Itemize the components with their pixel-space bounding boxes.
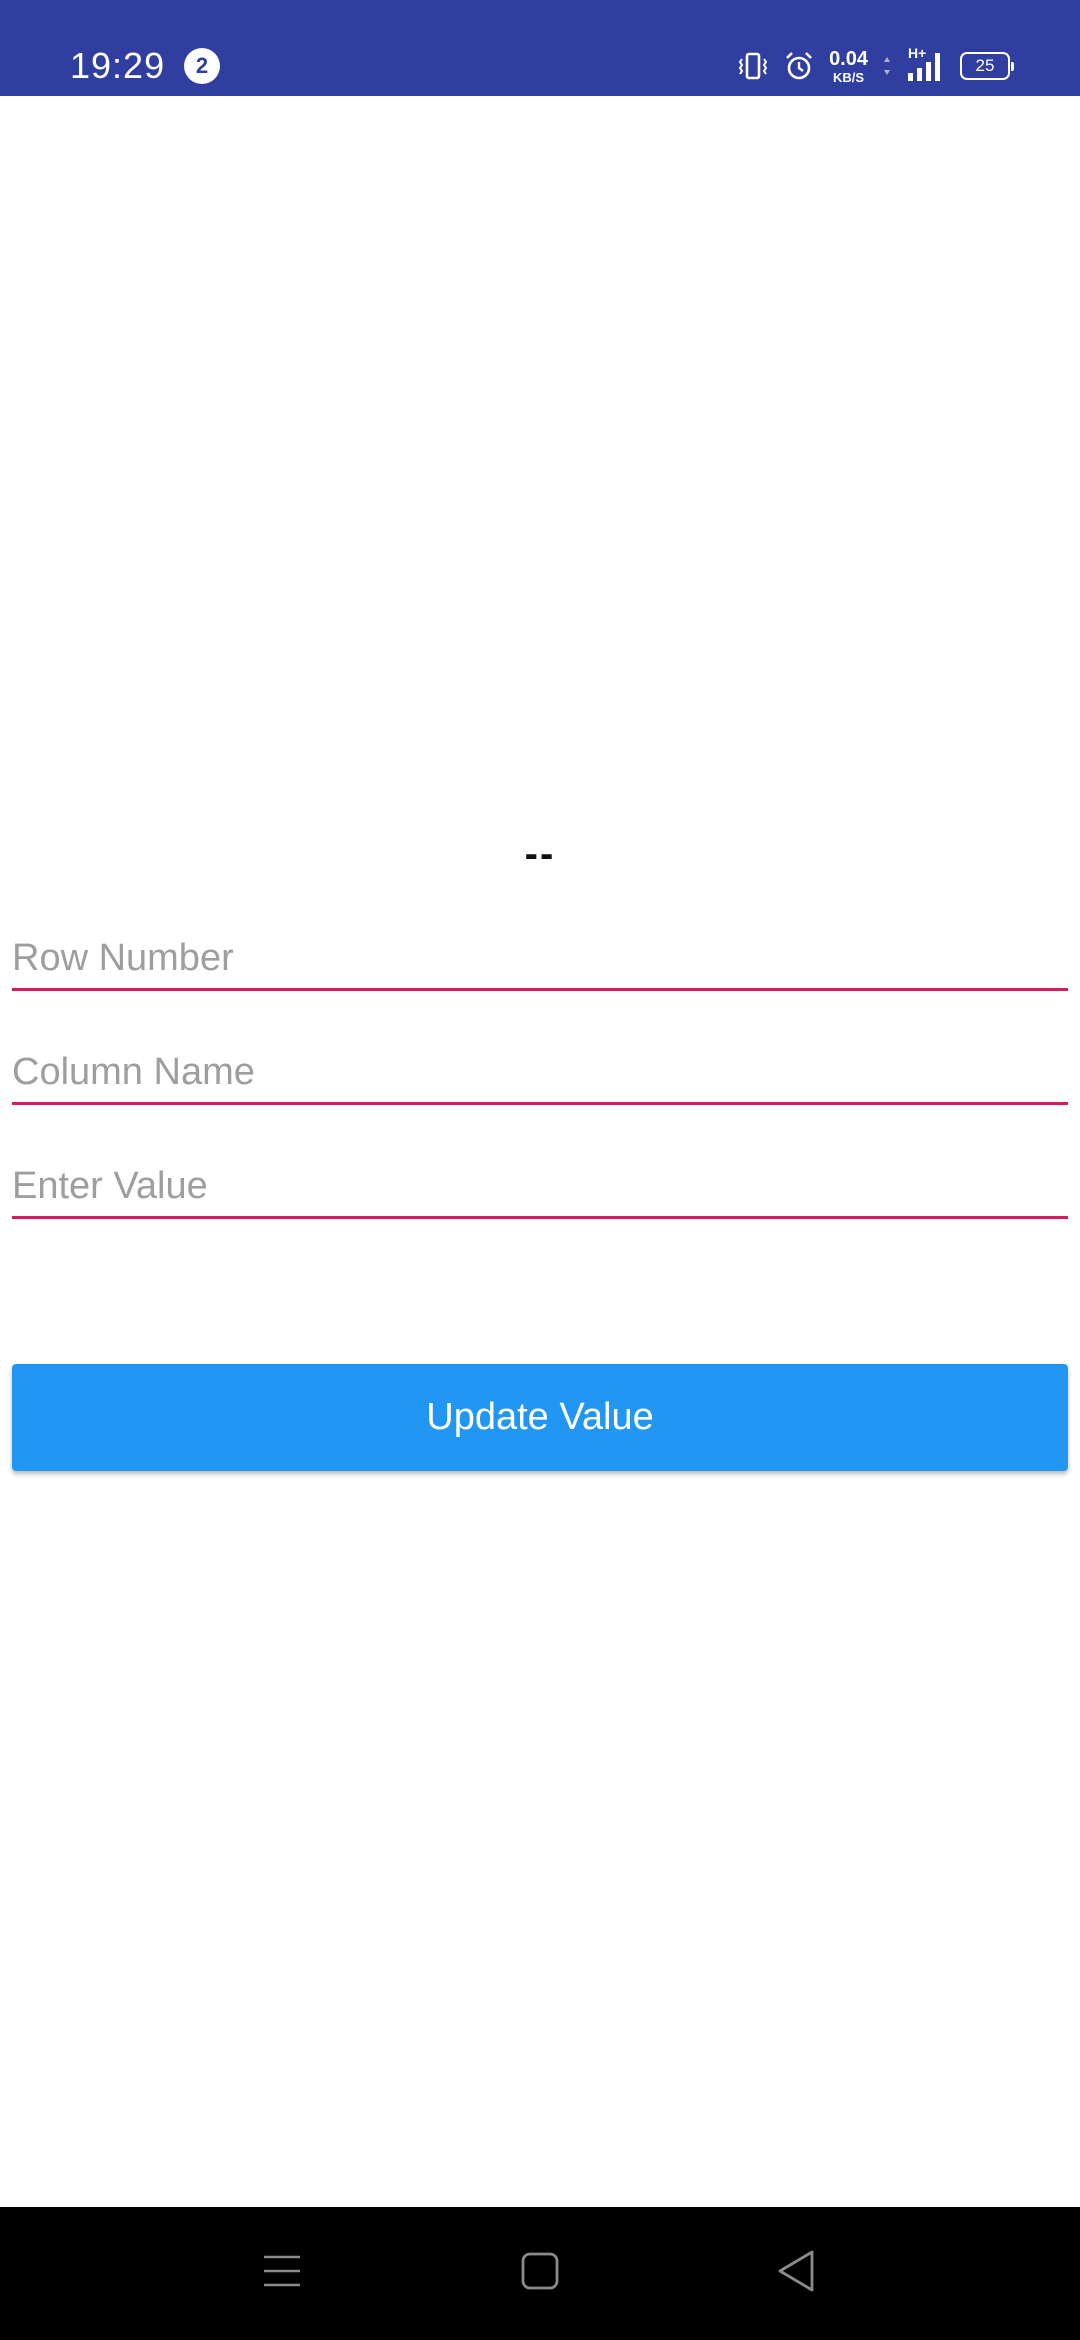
column-name-input[interactable] [12, 1042, 1068, 1105]
menu-button[interactable] [252, 2243, 312, 2303]
data-arrows-icon [882, 54, 892, 78]
navigation-bar [0, 2207, 1080, 2340]
network-speed: 0.04 KB/S [829, 49, 868, 84]
network-type: H+ [908, 45, 927, 61]
battery-level: 25 [975, 56, 995, 75]
status-icons: 0.04 KB/S H+ 25 [737, 44, 1014, 88]
status-bar: 19:29 2 0.04 KB/S H+ 25 [0, 0, 1080, 96]
battery-icon: 25 [960, 52, 1014, 80]
alarm-icon [783, 50, 815, 82]
status-time: 19:29 [70, 45, 166, 86]
signal-icon: H+ [906, 45, 946, 83]
result-text: -- [524, 832, 556, 876]
home-icon [520, 2251, 560, 2296]
row-number-input[interactable] [12, 928, 1068, 991]
update-value-button[interactable]: Update Value [12, 1364, 1068, 1471]
back-button[interactable] [766, 2243, 826, 2303]
menu-icon [262, 2253, 302, 2294]
back-icon [776, 2249, 816, 2298]
enter-value-input[interactable] [12, 1156, 1068, 1219]
notification-badge: 2 [184, 48, 220, 84]
network-speed-unit: KB/S [833, 69, 865, 85]
vibrate-icon [737, 50, 769, 82]
home-button[interactable] [510, 2243, 570, 2303]
network-speed-value: 0.04 [829, 47, 868, 70]
